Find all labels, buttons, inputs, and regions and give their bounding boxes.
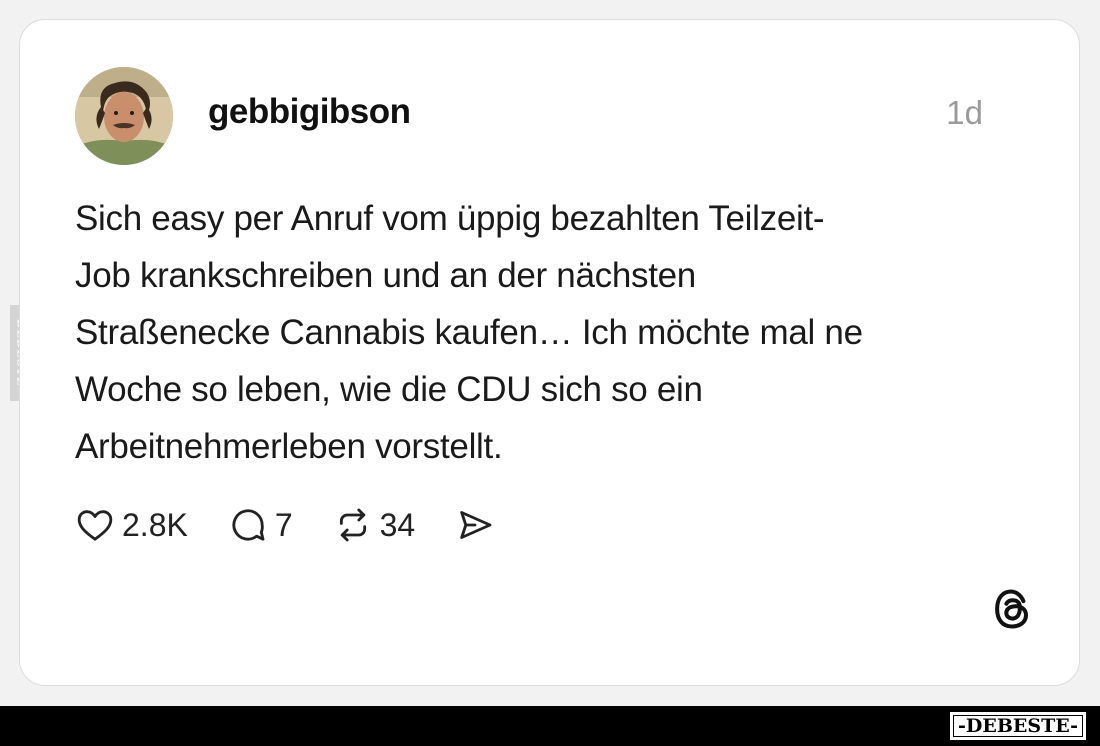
post-text-line: Arbeitnehmerleben vorstellt.: [75, 427, 503, 466]
threads-logo-icon: [995, 589, 1029, 629]
like-button[interactable]: 2.8K: [75, 505, 188, 545]
repost-icon: [339, 508, 366, 542]
post-text: Sich easy per Anruf vom üppig bezahlten …: [75, 190, 1005, 475]
post-timestamp: 1d: [946, 94, 983, 131]
post-text-line: Straßenecke Cannabis kaufen… Ich möchte …: [75, 313, 863, 352]
username[interactable]: gebbigibson: [208, 92, 411, 132]
reply-button[interactable]: 7: [228, 505, 293, 545]
post-text-line: Job krankschreiben und an der nächsten: [75, 256, 696, 295]
threads-logo[interactable]: [991, 586, 1033, 637]
repost-button[interactable]: 34: [333, 505, 416, 545]
avatar-image: [75, 67, 173, 165]
like-count: 2.8K: [122, 506, 188, 543]
post-text-line: Sich easy per Anruf vom üppig bezahlten …: [75, 199, 825, 238]
post-actions: 2.8K 7 34: [75, 502, 495, 548]
comment-icon: [232, 509, 265, 541]
bottom-bar: -DEBESTE-: [0, 706, 1100, 746]
post-text-line: Woche so leben, wie die CDU sich so ein: [75, 370, 703, 409]
avatar[interactable]: [75, 67, 173, 165]
repost-count: 34: [379, 506, 416, 543]
share-button[interactable]: [455, 505, 495, 545]
post-card: gebbigibson 1d Sich easy per Anruf vom ü…: [19, 19, 1080, 686]
reply-count: 7: [274, 506, 293, 543]
brand-watermark: -DEBESTE-: [950, 712, 1086, 740]
share-icon: [460, 511, 492, 539]
heart-icon: [77, 510, 113, 541]
